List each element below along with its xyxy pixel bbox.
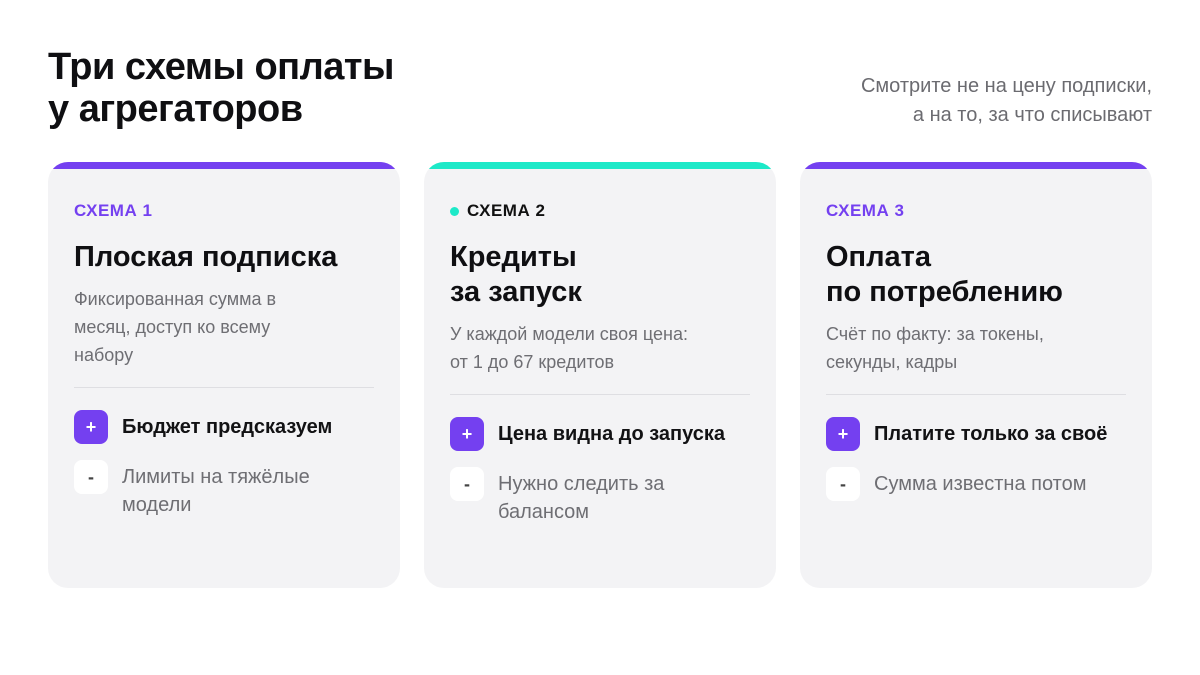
pro-text-line: Платите только за своё: [874, 423, 1108, 445]
description-line: Фиксированная сумма в: [74, 289, 277, 309]
con-text: Сумма известна потом: [874, 467, 1086, 498]
divider: [450, 394, 750, 395]
con-text-line: Лимиты на тяжёлые: [122, 466, 310, 488]
page-title: Три схемы оплаты у агрегаторов: [48, 46, 394, 130]
scheme-title-line: Кредиты: [450, 241, 577, 273]
minus-icon: -: [450, 467, 484, 501]
dot-icon: [450, 206, 459, 216]
card-accent-bar: [424, 162, 776, 169]
pro-item: + Бюджет предсказуем: [74, 410, 374, 444]
pro-text-line: Бюджет предсказуем: [122, 416, 333, 438]
scheme-title: Кредиты за запуск: [450, 240, 750, 310]
scheme-description: Счёт по факту: за токены, секунды, кадры: [826, 320, 1126, 376]
card-accent-bar: [48, 162, 400, 169]
con-text-line: балансом: [498, 501, 590, 523]
scheme-card-1: СХЕМА 1 Плоская подписка Фиксированная с…: [48, 162, 400, 588]
scheme-card-3: СХЕМА 3 Оплата по потреблению Счёт по фа…: [800, 162, 1152, 588]
con-text: Лимиты на тяжёлые модели: [122, 460, 310, 519]
pro-item: + Цена видна до запуска: [450, 417, 750, 451]
plus-icon: +: [826, 417, 860, 451]
pro-text-line: Цена видна до запуска: [498, 423, 726, 445]
pro-text: Бюджет предсказуем: [122, 410, 332, 441]
scheme-label-text: СХЕМА 1: [74, 201, 153, 220]
scheme-title-line: по потреблению: [826, 276, 1063, 308]
scheme-title: Оплата по потреблению: [826, 240, 1126, 310]
scheme-label: СХЕМА 1: [74, 200, 374, 222]
con-text-line: Сумма известна потом: [874, 473, 1087, 495]
scheme-label: СХЕМА 2: [450, 200, 750, 222]
divider: [74, 387, 374, 388]
con-text-line: модели: [122, 494, 192, 516]
divider: [826, 394, 1126, 395]
minus-icon: -: [826, 467, 860, 501]
con-text-line: Нужно следить за: [498, 473, 665, 495]
description-line: от 1 до 67 кредитов: [450, 352, 615, 372]
minus-icon: -: [74, 460, 108, 494]
page-title-line: у агрегаторов: [48, 88, 303, 130]
subtitle-line: а на то, за что списывают: [912, 104, 1152, 126]
description-line: месяц, доступ ко всему: [74, 317, 271, 337]
scheme-description: У каждой модели своя цена: от 1 до 67 кр…: [450, 320, 750, 376]
card-accent-bar: [800, 162, 1152, 169]
page-title-line: Три схемы оплаты: [48, 46, 394, 88]
description-line: Счёт по факту: за токены,: [826, 324, 1044, 344]
con-item: - Нужно следить за балансом: [450, 467, 750, 526]
pro-text: Цена видна до запуска: [498, 417, 725, 448]
scheme-cards: СХЕМА 1 Плоская подписка Фиксированная с…: [48, 162, 1152, 588]
scheme-title-line: Оплата: [826, 241, 931, 273]
pro-text: Платите только за своё: [874, 417, 1107, 448]
page-subtitle: Смотрите не на цену подписки, а на то, з…: [861, 72, 1152, 130]
con-item: - Лимиты на тяжёлые модели: [74, 460, 374, 519]
plus-icon: +: [450, 417, 484, 451]
subtitle-line: Смотрите не на цену подписки,: [860, 75, 1152, 97]
description-line: набору: [74, 345, 134, 365]
plus-icon: +: [74, 410, 108, 444]
scheme-card-2: СХЕМА 2 Кредиты за запуск У каждой модел…: [424, 162, 776, 588]
scheme-label-text: СХЕМА 3: [826, 201, 905, 220]
scheme-title-line: за запуск: [450, 276, 582, 308]
scheme-label-text: СХЕМА 2: [467, 201, 546, 220]
pro-item: + Платите только за своё: [826, 417, 1126, 451]
description-line: секунды, кадры: [826, 352, 958, 372]
scheme-title: Плоская подписка: [74, 240, 374, 275]
con-item: - Сумма известна потом: [826, 467, 1126, 501]
con-text: Нужно следить за балансом: [498, 467, 664, 526]
scheme-description: Фиксированная сумма в месяц, доступ ко в…: [74, 285, 374, 369]
scheme-label: СХЕМА 3: [826, 200, 1126, 222]
description-line: У каждой модели своя цена:: [450, 324, 688, 344]
scheme-title-line: Плоская подписка: [74, 241, 338, 273]
